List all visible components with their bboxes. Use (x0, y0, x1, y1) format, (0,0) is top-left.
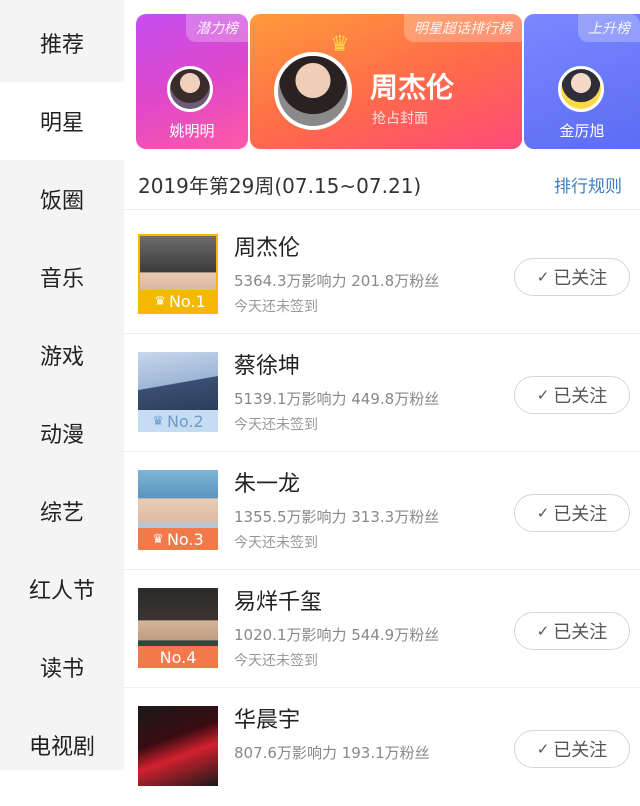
checkin-status: 今天还未签到 (234, 535, 318, 551)
check-icon: ✓ (536, 740, 550, 758)
star-stats: 807.6万影响力 193.1万粉丝 (234, 744, 430, 762)
list-item[interactable]: ♛ No.2 蔡徐坤 5139.1万影响力 449.8万粉丝 今天还未签到 ✓ 已关… (124, 334, 640, 452)
checkin-status: 今天还未签到 (234, 653, 318, 669)
star-thumbnail: No.4 (138, 588, 218, 668)
followed-button[interactable]: ✓ 已关注 (514, 612, 630, 650)
star-name: 华晨宇 (234, 708, 301, 733)
sidebar-item-stars[interactable]: 明星 (0, 82, 124, 160)
rising-rank-star-name: 金厉旭 (559, 122, 605, 140)
rising-rank-tag: 上升榜 (578, 14, 640, 42)
sidebar-item-anime[interactable]: 动漫 (0, 394, 124, 472)
rank-badge: ♛ No.1 (140, 290, 216, 312)
star-stats: 1355.5万影响力 313.3万粉丝 (234, 508, 440, 526)
star-rank-subtitle: 抢占封面 (372, 111, 428, 127)
avatar (274, 52, 352, 130)
sidebar-item-tv-drama[interactable]: 电视剧 (0, 706, 124, 784)
followed-button[interactable]: ✓ 已关注 (514, 258, 630, 296)
sidebar-item-influencer-fest[interactable]: 红人节 (0, 550, 124, 628)
followed-button[interactable]: ✓ 已关注 (514, 376, 630, 414)
avatar (558, 66, 604, 112)
crown-icon: ♛ (330, 32, 350, 57)
sidebar-item-games[interactable]: 游戏 (0, 316, 124, 394)
star-stats: 1020.1万影响力 544.9万粉丝 (234, 626, 440, 644)
star-rank-tag: 明星超话排行榜 (404, 14, 522, 42)
sidebar-item-variety[interactable]: 综艺 (0, 472, 124, 550)
list-item[interactable]: 华晨宇 807.6万影响力 193.1万粉丝 ✓ 已关注 (124, 688, 640, 806)
rank-badge: ♛ No.3 (138, 528, 218, 550)
star-stats: 5364.3万影响力 201.8万粉丝 (234, 272, 440, 290)
avatar (167, 66, 213, 112)
sidebar-item-music[interactable]: 音乐 (0, 238, 124, 316)
sidebar-item-recommend[interactable]: 推荐 (0, 4, 124, 82)
checkin-status: 今天还未签到 (234, 299, 318, 315)
crown-icon: ♛ (154, 293, 166, 309)
star-name: 周杰伦 (234, 236, 301, 261)
crown-icon: ♛ (152, 531, 164, 547)
crown-icon: ♛ (152, 413, 164, 429)
star-name: 蔡徐坤 (234, 354, 301, 379)
rising-rank-card[interactable]: 上升榜 金厉旭 (524, 14, 640, 149)
followed-button[interactable]: ✓ 已关注 (514, 730, 630, 768)
star-thumbnail: ♛ No.2 (138, 352, 218, 432)
star-rank-top-name: 周杰伦 (370, 71, 455, 104)
sidebar-item-fan-circle[interactable]: 饭圈 (0, 160, 124, 238)
week-label: 2019年第29周(07.15~07.21) (138, 174, 422, 198)
check-icon: ✓ (536, 268, 550, 286)
week-header: 2019年第29周(07.15~07.21) 排行规则 (124, 160, 640, 210)
star-thumbnail: ♛ No.3 (138, 470, 218, 550)
star-stats: 5139.1万影响力 449.8万粉丝 (234, 390, 440, 408)
star-thumbnail (138, 706, 218, 786)
ranking-rules-link[interactable]: 排行规则 (554, 172, 622, 197)
potential-rank-star-name: 姚明明 (169, 122, 215, 140)
star-name: 易烊千玺 (234, 590, 323, 615)
list-item[interactable]: No.4 易烊千玺 1020.1万影响力 544.9万粉丝 今天还未签到 ✓ 已关… (124, 570, 640, 688)
followed-button[interactable]: ✓ 已关注 (514, 494, 630, 532)
potential-rank-tag: 潜力榜 (186, 14, 248, 42)
list-item[interactable]: ♛ No.3 朱一龙 1355.5万影响力 313.3万粉丝 今天还未签到 ✓ 已关… (124, 452, 640, 570)
checkin-status: 今天还未签到 (234, 417, 318, 433)
rank-badge: No.4 (138, 646, 218, 668)
list-item[interactable]: ♛ No.1 周杰伦 5364.3万影响力 201.8万粉丝 今天还未签到 ✓ 已关… (124, 216, 640, 334)
star-name: 朱一龙 (234, 472, 301, 497)
sidebar-item-books[interactable]: 读书 (0, 628, 124, 706)
check-icon: ✓ (536, 386, 550, 404)
star-photo (138, 706, 218, 786)
check-icon: ✓ (536, 622, 550, 640)
potential-rank-card[interactable]: 潜力榜 姚明明 (136, 14, 248, 149)
rank-badge: ♛ No.2 (138, 410, 218, 432)
star-thumbnail: ♛ No.1 (138, 234, 218, 314)
star-rank-card[interactable]: 明星超话排行榜 ♛ 周杰伦 抢占封面 (250, 14, 522, 149)
check-icon: ✓ (536, 504, 550, 522)
category-sidebar: 推荐 明星 饭圈 音乐 游戏 动漫 综艺 红人节 读书 电视剧 (0, 0, 124, 770)
